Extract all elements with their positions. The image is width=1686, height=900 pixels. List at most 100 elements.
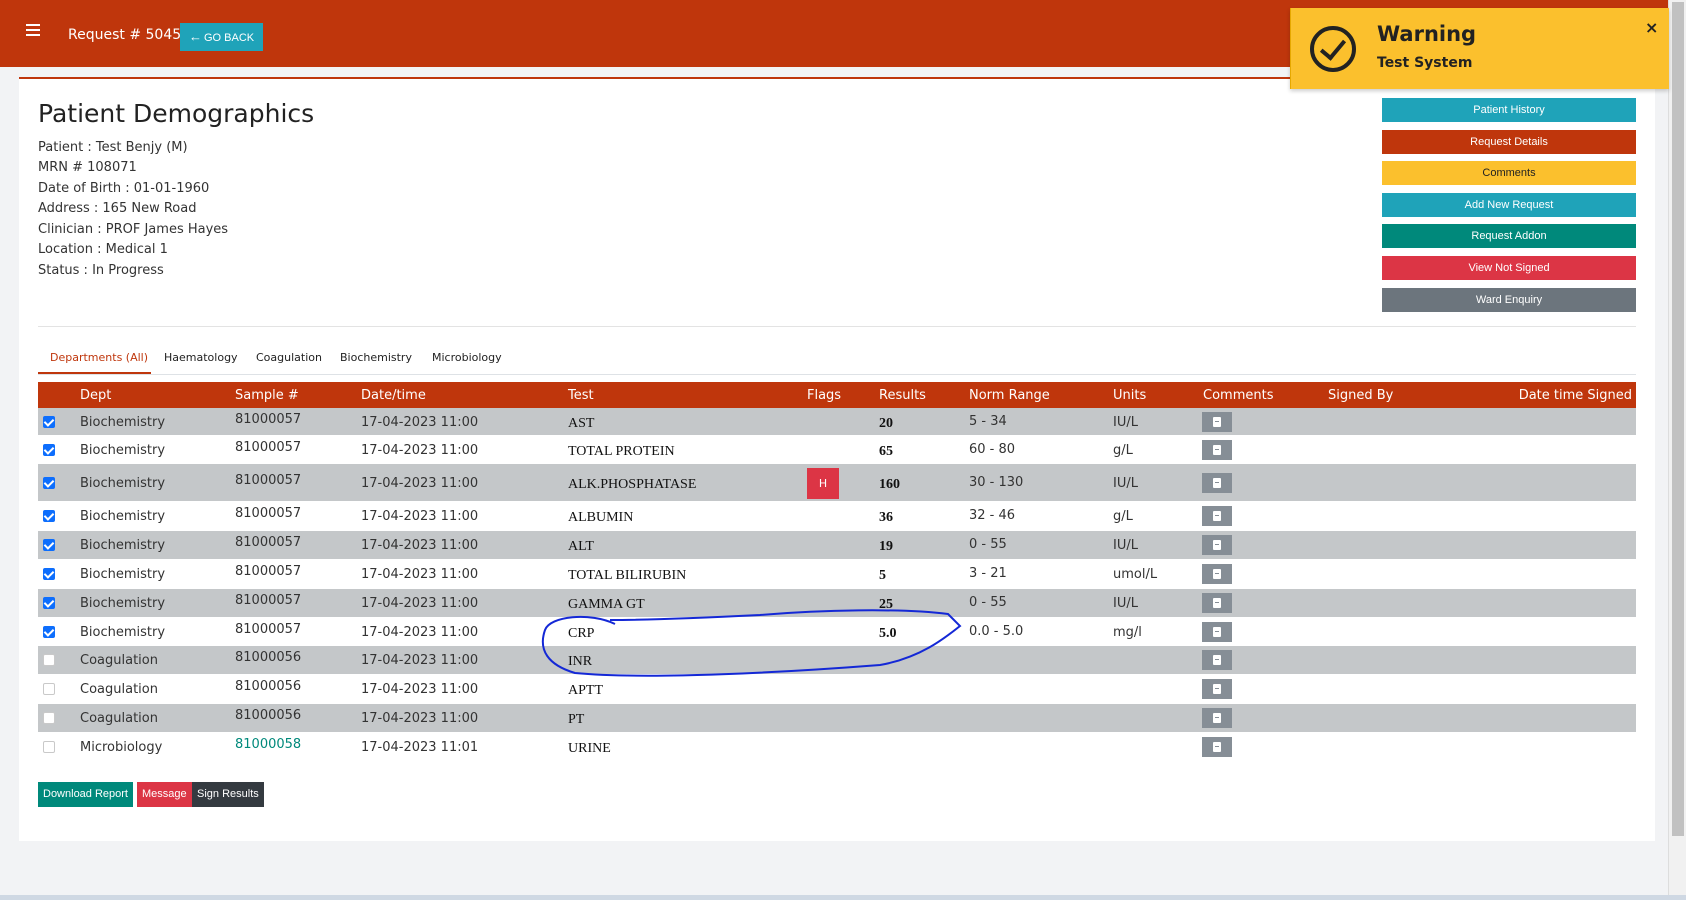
download-report-button[interactable]: Download Report — [38, 782, 133, 807]
request-details-button[interactable]: Request Details — [1382, 130, 1636, 154]
close-icon[interactable]: × — [1645, 18, 1658, 37]
clipboard-icon — [1213, 478, 1221, 488]
dept-cell: Biochemistry — [80, 509, 166, 524]
result-cell: 19 — [879, 539, 893, 554]
row-checkbox[interactable] — [43, 654, 55, 666]
units-cell: IU/L — [1113, 476, 1138, 491]
flag-badge: H — [807, 468, 839, 499]
header-results: Results — [879, 388, 926, 403]
view-not-signed-button[interactable]: View Not Signed — [1382, 256, 1636, 280]
ward-enquiry-button[interactable]: Ward Enquiry — [1382, 288, 1636, 312]
row-checkbox[interactable] — [43, 568, 55, 580]
header-flags: Flags — [807, 388, 842, 403]
row-checkbox[interactable] — [43, 477, 55, 489]
sample-cell: 81000057 — [235, 593, 302, 608]
datetime-cell: 17-04-2023 11:00 — [361, 596, 479, 611]
units-cell: IU/L — [1113, 596, 1138, 611]
table-row: Biochemistry 81000057 17-04-2023 11:00 CRP 5… — [38, 618, 1636, 646]
dept-cell: Microbiology — [80, 740, 163, 755]
comment-button[interactable] — [1202, 593, 1232, 613]
row-checkbox[interactable] — [43, 510, 55, 522]
table-row: Microbiology 81000058 17-04-2023 11:01 URIN… — [38, 733, 1636, 761]
test-cell: PT — [568, 712, 585, 727]
datetime-cell: 17-04-2023 11:01 — [361, 740, 479, 755]
scrollbar-thumb[interactable] — [1672, 2, 1684, 836]
comment-button[interactable] — [1202, 564, 1232, 584]
datetime-cell: 17-04-2023 11:00 — [361, 415, 479, 430]
result-cell: 36 — [879, 510, 893, 525]
comment-button[interactable] — [1202, 622, 1232, 642]
test-cell: ALT — [568, 539, 594, 554]
comment-button[interactable] — [1202, 440, 1232, 460]
request-addon-button[interactable]: Request Addon — [1382, 224, 1636, 248]
message-button[interactable]: Message — [137, 782, 192, 807]
dept-cell: Coagulation — [80, 653, 158, 668]
norm-range-cell: 5 - 34 — [969, 414, 1007, 429]
comment-button[interactable] — [1202, 473, 1232, 493]
toast-message: Test System — [1377, 55, 1473, 71]
result-cell: 5.0 — [879, 626, 897, 641]
comment-button[interactable] — [1202, 708, 1232, 728]
tab-coagulation[interactable]: Coagulation — [256, 351, 322, 364]
sample-cell: 81000056 — [235, 679, 302, 694]
dept-cell: Biochemistry — [80, 596, 166, 611]
menu-icon[interactable] — [26, 24, 40, 36]
row-checkbox[interactable] — [43, 416, 55, 428]
tab-biochemistry[interactable]: Biochemistry — [340, 351, 412, 364]
row-checkbox[interactable] — [43, 712, 55, 724]
units-cell: mg/l — [1113, 625, 1142, 640]
sample-cell: 81000057 — [235, 622, 302, 637]
test-cell: TOTAL BILIRUBIN — [568, 568, 687, 583]
row-checkbox[interactable] — [43, 539, 55, 551]
header-norm-range: Norm Range — [969, 388, 1050, 403]
arrow-left-icon: ← — [189, 29, 202, 44]
add-new-request-button[interactable]: Add New Request — [1382, 193, 1636, 217]
test-cell: APTT — [568, 683, 603, 698]
clipboard-icon — [1213, 540, 1221, 550]
datetime-cell: 17-04-2023 11:00 — [361, 653, 479, 668]
dept-cell: Biochemistry — [80, 625, 166, 640]
comment-button[interactable] — [1202, 506, 1232, 526]
clipboard-icon — [1213, 417, 1221, 427]
row-checkbox[interactable] — [43, 626, 55, 638]
header-test: Test — [568, 388, 594, 403]
test-cell: TOTAL PROTEIN — [568, 444, 675, 459]
page-scrollbar[interactable] — [1668, 0, 1686, 895]
table-row: Biochemistry 81000057 17-04-2023 11:00 ALBU… — [38, 501, 1636, 530]
tab-microbiology[interactable]: Microbiology — [432, 351, 502, 364]
results-table-header: Dept Sample # Date/time Test Flags Resul… — [38, 382, 1636, 408]
row-checkbox[interactable] — [43, 597, 55, 609]
dept-cell: Coagulation — [80, 682, 158, 697]
norm-range-cell: 3 - 21 — [969, 566, 1007, 581]
row-checkbox[interactable] — [43, 741, 55, 753]
row-checkbox[interactable] — [43, 444, 55, 456]
os-taskbar — [0, 895, 1686, 900]
patient-history-button[interactable]: Patient History — [1382, 98, 1636, 122]
sample-cell: 81000057 — [235, 412, 302, 427]
header-dept: Dept — [80, 388, 112, 403]
header-signed-by: Signed By — [1328, 388, 1394, 403]
header-sample: Sample # — [235, 388, 299, 403]
go-back-button[interactable]: ← GO BACK — [180, 23, 264, 51]
tab-departments-all[interactable]: Departments (All) — [50, 351, 148, 364]
tab-haematology[interactable]: Haematology — [164, 351, 238, 364]
comment-button[interactable] — [1202, 650, 1232, 670]
dept-cell: Biochemistry — [80, 443, 166, 458]
comment-button[interactable] — [1202, 412, 1232, 432]
norm-range-cell: 0 - 55 — [969, 595, 1007, 610]
comment-button[interactable] — [1202, 737, 1232, 757]
sample-cell: 81000056 — [235, 650, 302, 665]
test-cell: GAMMA GT — [568, 597, 645, 612]
sign-results-button[interactable]: Sign Results — [192, 782, 264, 807]
units-cell: g/L — [1113, 509, 1133, 524]
row-checkbox[interactable] — [43, 683, 55, 695]
comment-button[interactable] — [1202, 679, 1232, 699]
comment-button[interactable] — [1202, 535, 1232, 555]
clipboard-icon — [1213, 511, 1221, 521]
sample-cell[interactable]: 81000058 — [235, 737, 301, 752]
request-title: Request # 50457 — [68, 27, 191, 43]
dept-cell: Biochemistry — [80, 538, 166, 553]
result-cell: 65 — [879, 444, 893, 459]
comments-button[interactable]: Comments — [1382, 161, 1636, 185]
clipboard-icon — [1213, 627, 1221, 637]
